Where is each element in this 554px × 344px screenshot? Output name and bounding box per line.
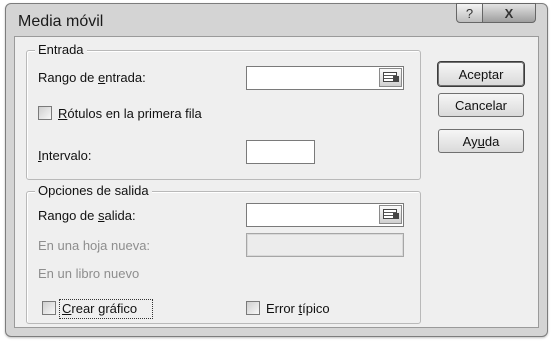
rango-entrada-picker-button[interactable] <box>379 68 402 87</box>
crear-grafico-checkbox[interactable] <box>42 301 56 315</box>
help-title-button[interactable]: ? <box>456 3 483 23</box>
media-movil-dialog: Media móvil ? X Entrada Rango de entrada… <box>5 3 548 337</box>
hoja-nueva-input <box>246 233 404 257</box>
aceptar-button[interactable]: Aceptar <box>438 62 524 86</box>
libro-nuevo-label: En un libro nuevo <box>38 266 140 281</box>
intervalo-input[interactable] <box>246 140 315 164</box>
cancelar-button[interactable]: Cancelar <box>438 93 524 117</box>
dialog-body: Entrada Rango de entrada: Rótulos en la … <box>14 36 539 328</box>
error-tipico-checkbox[interactable] <box>246 301 260 315</box>
help-icon: ? <box>465 5 474 21</box>
salida-legend: Opciones de salida <box>35 183 152 198</box>
dialog-title: Media móvil <box>18 13 104 30</box>
hoja-nueva-label: En una hoja nueva: <box>38 238 151 253</box>
rango-entrada-label: Rango de entrada: <box>38 70 146 85</box>
rango-salida-picker-button[interactable] <box>379 205 402 224</box>
entrada-legend: Entrada <box>35 42 87 57</box>
error-tipico-label[interactable]: Error típico <box>266 301 330 316</box>
intervalo-label: Intervalo: <box>38 148 92 163</box>
rango-salida-label: Rango de salida: <box>38 208 136 223</box>
rotulos-checkbox[interactable] <box>38 106 52 120</box>
ayuda-button[interactable]: Ay u da <box>438 129 524 153</box>
rotulos-label[interactable]: Rótulos en la primera fila <box>58 106 202 121</box>
close-icon: X <box>504 5 514 21</box>
rango-salida-input[interactable] <box>246 203 404 227</box>
close-button[interactable]: X <box>482 3 536 23</box>
focus-rectangle <box>59 299 153 319</box>
rango-entrada-input[interactable] <box>246 66 404 90</box>
